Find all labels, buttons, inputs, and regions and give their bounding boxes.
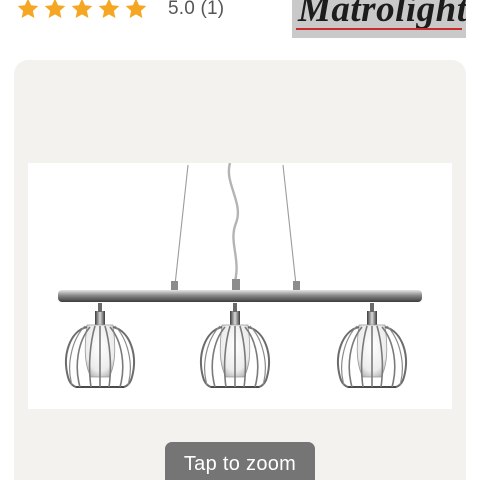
pendant-lamp-photo (58, 163, 422, 388)
product-rating[interactable]: 5.0 (1) (16, 0, 224, 24)
star-icon (43, 0, 67, 21)
star-icon (97, 0, 121, 21)
tap-to-zoom-button[interactable]: Tap to zoom (165, 442, 315, 480)
product-gallery[interactable]: Tap to zoom (14, 60, 466, 480)
star-rating (16, 0, 148, 21)
rating-score[interactable]: 5.0 (1) (168, 0, 224, 20)
brand-logo[interactable]: Matrolight (292, 0, 466, 38)
brand-name: Matrolight (298, 0, 466, 30)
product-image[interactable] (28, 163, 452, 409)
star-icon (124, 0, 148, 21)
brand-underline (296, 28, 462, 30)
star-icon (16, 0, 40, 21)
star-icon (70, 0, 94, 21)
